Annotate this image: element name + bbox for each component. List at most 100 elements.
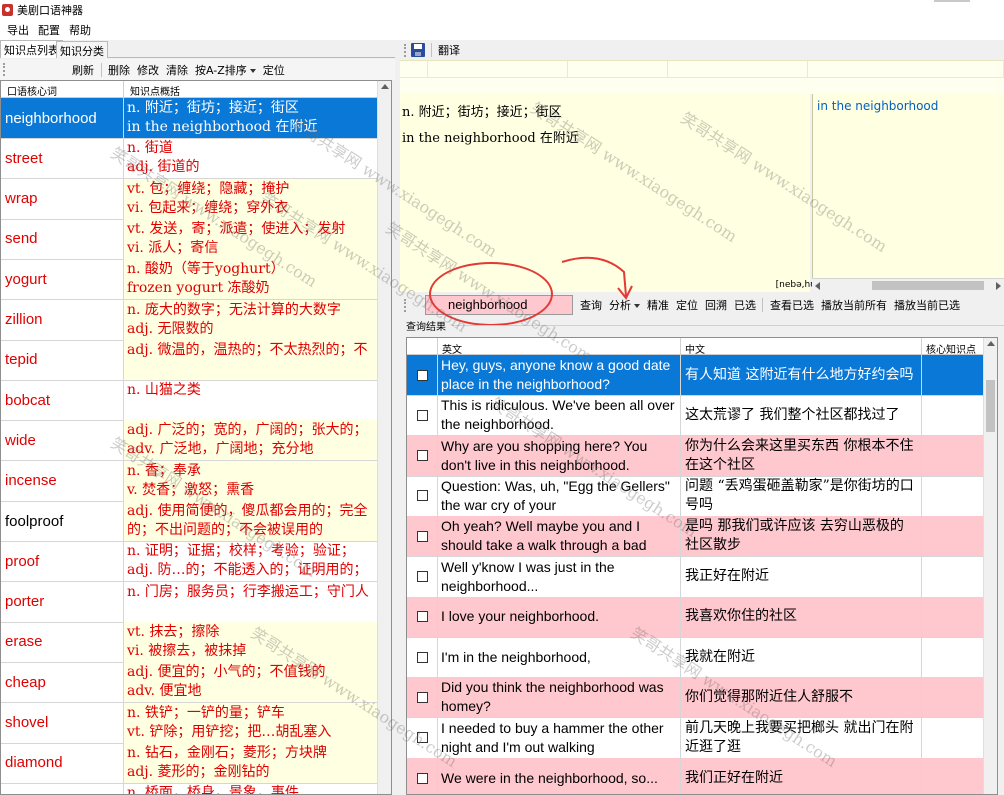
refresh-button[interactable]: 刷新 — [72, 62, 94, 78]
result-core-point — [922, 758, 985, 794]
knowledge-row[interactable]: zillion n. 庞大的数字；无法计算的大数字 adj. 无限数的 — [1, 299, 378, 341]
knowledge-row[interactable]: shovel n. 铁铲；一铲的量；铲车 vt. 铲除；用铲挖；把…胡乱塞入 — [1, 702, 378, 744]
scroll-thumb[interactable] — [872, 281, 984, 290]
summary-line: adj. 无限数的 — [127, 320, 214, 337]
result-row[interactable]: I love your neighborhood. 我喜欢你住的社区 — [407, 596, 985, 638]
result-row[interactable]: I'm in the neighborhood, 我就在附近 — [407, 637, 985, 679]
knowledge-summary: n. 酸奶（等于yoghurt） frozen yogurt 冻酸奶 — [124, 259, 378, 300]
knowledge-row[interactable]: n. 桥面，桥身，景象，事件 — [1, 783, 378, 794]
result-row[interactable]: Hey, guys, anyone know a good date place… — [407, 355, 985, 396]
query-button[interactable]: 查询 — [580, 297, 602, 313]
result-row[interactable]: This is ridiculous. We've been all over … — [407, 395, 985, 437]
exact-button[interactable]: 精准 — [647, 297, 669, 313]
row-checkbox[interactable] — [416, 691, 428, 703]
row-checkbox[interactable] — [416, 530, 428, 542]
result-row[interactable]: Why are you shopping here? You don't liv… — [407, 435, 985, 477]
result-row[interactable]: Well y'know I was just in the neighborho… — [407, 556, 985, 598]
result-chinese: 你们觉得那附近住人舒服不 — [681, 677, 922, 718]
knowledge-row[interactable]: wrap vt. 包；缠绕；隐藏；掩护 vi. 包起来；缠绕；穿外衣 — [1, 178, 378, 220]
knowledge-row[interactable]: incense n. 香；奉承 v. 焚香；激怒；熏香 — [1, 460, 378, 502]
menu-help[interactable]: 帮助 — [69, 22, 91, 38]
search-input[interactable]: neighborhood — [425, 295, 573, 315]
analyze-dropdown[interactable]: 分析 — [609, 297, 640, 313]
summary-line: n. 钻石，金刚石；菱形；方块牌 — [127, 744, 327, 761]
result-row[interactable]: Did you think the neighborhood was homey… — [407, 677, 985, 719]
row-checkbox[interactable] — [416, 369, 428, 381]
row-checkbox[interactable] — [416, 611, 428, 623]
menu-export[interactable]: 导出 — [7, 22, 29, 38]
knowledge-row[interactable]: wide adj. 广泛的；宽的，广阔的；张大的； adv. 广泛地，广阔地；充分地 — [1, 420, 378, 462]
sort-az-dropdown[interactable]: 按A-Z排序 — [195, 62, 256, 78]
selected-button[interactable]: 已选 — [734, 297, 756, 313]
trace-back-button[interactable]: 回溯 — [705, 297, 727, 313]
delete-button[interactable]: 删除 — [108, 62, 130, 78]
knowledge-row[interactable]: porter n. 门房；服务员；行李搬运工；守门人 — [1, 581, 378, 623]
knowledge-row[interactable]: cheap adj. 便宜的；小气的；不值钱的 adv. 便宜地 — [1, 662, 378, 704]
phrase-hscrollbar[interactable] — [812, 278, 1004, 292]
scroll-thumb[interactable] — [986, 380, 995, 432]
result-chinese: 这太荒谬了 我们整个社区都找过了 — [681, 395, 922, 436]
scroll-right-icon[interactable] — [996, 282, 1001, 290]
toolbar-grip[interactable] — [3, 63, 6, 76]
row-checkbox[interactable] — [416, 571, 428, 582]
toolbar-grip[interactable] — [404, 43, 407, 57]
translate-button[interactable]: 翻译 — [438, 42, 460, 58]
knowledge-scrollbar[interactable] — [377, 81, 391, 794]
play-all-button[interactable]: 播放当前所有 — [821, 297, 887, 313]
knowledge-word — [1, 783, 124, 794]
knowledge-row[interactable]: neighborhood n. 附近；街坊；接近；街区 in the neighbo… — [1, 98, 378, 139]
locate-button[interactable]: 定位 — [263, 62, 285, 78]
knowledge-word: erase — [1, 621, 124, 662]
scroll-left-icon[interactable] — [815, 282, 820, 290]
summary-line: adj. 菱形的；金刚钻的 — [127, 763, 270, 780]
tab-knowledge-category[interactable]: 知识分类 — [56, 41, 108, 58]
column-header-english[interactable]: 英文 — [438, 338, 681, 356]
result-core-point — [922, 557, 985, 597]
knowledge-row[interactable]: foolproof adj. 使用简便的，傻瓜都会用的；完全 的；不出问题的；不会被… — [1, 501, 378, 542]
column-header-chinese[interactable]: 中文 — [681, 338, 922, 356]
left-tabs: 知识点列表 知识分类 — [0, 40, 395, 58]
knowledge-row[interactable]: tepid adj. 微温的，温热的；不太热烈的；不 — [1, 339, 378, 381]
phrase-text[interactable]: in the neighborhood — [817, 99, 938, 113]
blank-cell — [568, 61, 668, 78]
scroll-up-icon[interactable] — [987, 341, 995, 346]
knowledge-row[interactable]: proof n. 证明；证据；校样；考验；验证； adj. 防…的；不能透入的；证明… — [1, 541, 378, 583]
result-row[interactable]: Oh yeah? Well maybe you and I should tak… — [407, 516, 985, 558]
summary-line: n. 门房；服务员；行李搬运工；守门人 — [127, 583, 369, 600]
row-checkbox[interactable] — [416, 450, 428, 462]
phrase-panel: in the neighborhood [nebə,hʊd] — [776, 94, 1004, 292]
play-selected-button[interactable]: 播放当前已选 — [894, 297, 960, 313]
row-checkbox[interactable] — [416, 490, 428, 502]
row-checkbox[interactable] — [416, 772, 428, 784]
window-controls[interactable] — [934, 0, 970, 2]
tab-knowledge-list[interactable]: 知识点列表 — [0, 40, 63, 58]
blank-cell — [668, 61, 808, 78]
knowledge-row[interactable]: erase vt. 抹去；擦除 vi. 被擦去，被抹掉 — [1, 621, 378, 663]
row-checkbox[interactable] — [416, 409, 428, 421]
knowledge-row[interactable]: street n. 街道 adj. 街道的 — [1, 138, 378, 180]
menu-config[interactable]: 配置 — [38, 22, 60, 38]
column-header-check[interactable] — [407, 338, 438, 354]
column-header-core-point[interactable]: 核心知识点 — [922, 338, 985, 356]
column-header-word[interactable]: 口语核心词 — [1, 81, 124, 98]
knowledge-row[interactable]: diamond n. 钻石，金刚石；菱形；方块牌 adj. 菱形的；金刚钻的 — [1, 742, 378, 784]
column-header-summary[interactable]: 知识点概括 — [124, 81, 378, 98]
knowledge-row[interactable]: bobcat n. 山猫之类 — [1, 380, 378, 422]
results-scrollbar[interactable] — [983, 338, 997, 794]
result-row[interactable]: We were in the neighborhood, so... 我们正好在附… — [407, 758, 985, 794]
view-selected-button[interactable]: 查看已选 — [770, 297, 814, 313]
knowledge-row[interactable]: send vt. 发送，寄；派遣；使进入；发射 vi. 派人；寄信 — [1, 218, 378, 260]
save-icon[interactable] — [411, 43, 425, 57]
knowledge-row[interactable]: yogurt n. 酸奶（等于yoghurt） frozen yogurt 冻酸奶 — [1, 259, 378, 301]
result-row[interactable]: I needed to buy a hammer the other night… — [407, 717, 985, 759]
locate-button[interactable]: 定位 — [676, 297, 698, 313]
result-row[interactable]: Question: Was, uh, "Egg the Gellers" the… — [407, 475, 985, 517]
row-checkbox[interactable] — [416, 651, 428, 663]
edit-button[interactable]: 修改 — [137, 62, 159, 78]
summary-line: vt. 发送，寄；派遣；使进入；发射 — [127, 220, 346, 237]
row-checkbox[interactable] — [416, 732, 428, 744]
scroll-up-icon[interactable] — [381, 84, 389, 89]
summary-line: n. 附近；街坊；接近；街区 — [127, 100, 299, 116]
clear-button[interactable]: 清除 — [166, 62, 188, 78]
toolbar-grip[interactable] — [404, 298, 407, 312]
